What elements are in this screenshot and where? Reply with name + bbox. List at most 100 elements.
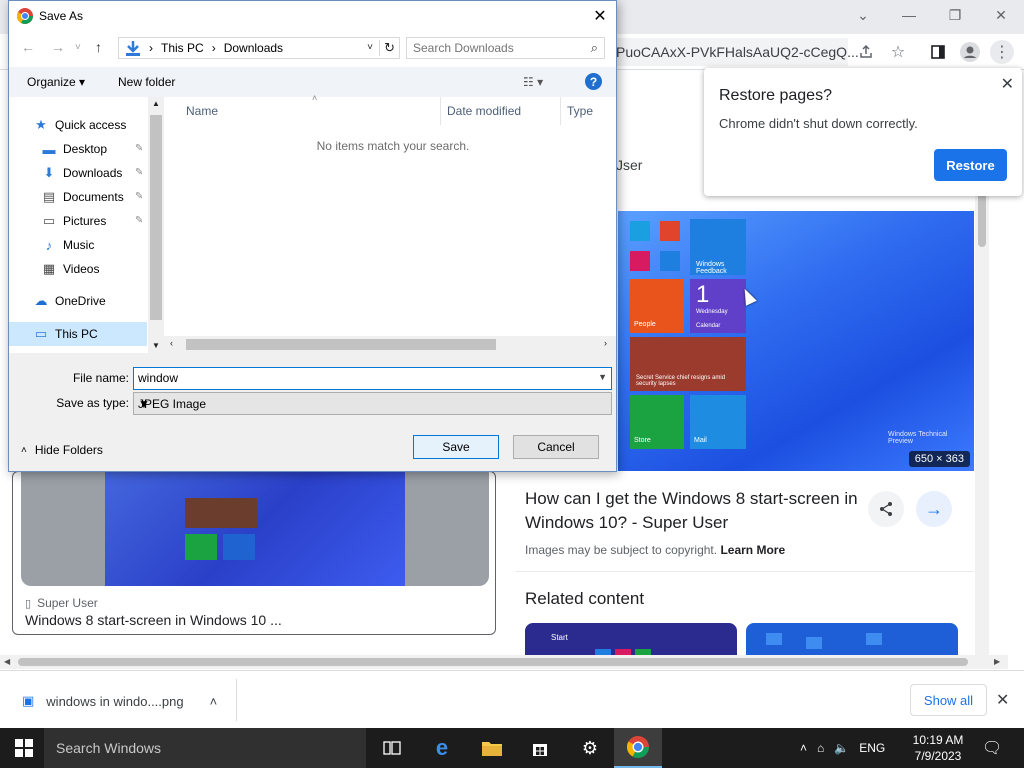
download-item[interactable]: ▣ windows in windo....png ˄: [22, 693, 217, 709]
chrome-taskbar-icon[interactable]: [614, 728, 662, 768]
related-thumbnail-1[interactable]: Start: [525, 623, 737, 655]
tab-search-button[interactable]: ⌄: [840, 0, 886, 30]
notification-icon[interactable]: 🗨: [982, 738, 1002, 758]
organize-button[interactable]: Organize ▾: [27, 75, 85, 89]
sort-up-icon: ˄: [312, 93, 318, 103]
scroll-right-arrow[interactable]: ▶: [994, 657, 1000, 666]
chevron-up-icon: ˄: [21, 444, 27, 456]
close-icon[interactable]: ✕: [996, 690, 1009, 710]
save-button[interactable]: Save: [413, 435, 499, 459]
file-name-input[interactable]: [138, 371, 578, 385]
preview-image[interactable]: Windows Feedback People 1 Wednesday Cale…: [618, 211, 974, 471]
nav-item-onedrive[interactable]: ☁ OneDrive: [33, 290, 149, 312]
help-icon[interactable]: ?: [585, 73, 602, 90]
breadcrumb-this-pc[interactable]: This PC: [161, 41, 204, 55]
chevron-down-icon[interactable]: ˅: [367, 42, 373, 53]
video-icon: ▦: [42, 261, 56, 276]
file-name-field[interactable]: ▼: [133, 367, 612, 390]
download-file-name: windows in windo....png: [46, 693, 184, 709]
page-vertical-scrollbar[interactable]: [975, 127, 989, 655]
close-window-button[interactable]: ✕: [978, 0, 1024, 30]
bookmark-star-icon[interactable]: ☆: [886, 40, 910, 64]
horizontal-scroll-thumb[interactable]: [18, 658, 968, 666]
windows-logo-icon: [15, 739, 33, 757]
related-content-heading: Related content: [525, 589, 645, 608]
restore-button[interactable]: Restore: [934, 149, 1007, 181]
scroll-up-arrow[interactable]: ▲: [152, 99, 160, 108]
file-pane-scrollbar[interactable]: ‹ ›: [164, 336, 616, 353]
minimize-button[interactable]: —: [886, 0, 932, 30]
nav-item-videos[interactable]: ▦ Videos: [41, 258, 157, 280]
nav-pane-scrollbar[interactable]: ▲ ▼: [148, 97, 164, 353]
profile-avatar-icon[interactable]: [958, 40, 982, 64]
save-type-label: Save as type:: [56, 396, 129, 410]
back-arrow-icon[interactable]: ←: [21, 39, 35, 55]
store-icon[interactable]: [516, 728, 564, 768]
recent-locations-icon[interactable]: ˅: [75, 42, 81, 53]
download-shelf: ▣ windows in windo....png ˄ Show all ✕: [0, 670, 1024, 728]
taskbar-search-box[interactable]: Search Windows: [44, 728, 366, 768]
restore-window-button[interactable]: ❐: [932, 0, 978, 30]
result-title-link[interactable]: How can I get the Windows 8 start-screen…: [525, 487, 865, 535]
language-indicator[interactable]: ENG: [859, 741, 885, 755]
share-icon[interactable]: [854, 40, 878, 64]
share-button[interactable]: [868, 491, 904, 527]
restore-popup-message: Chrome didn't shut down correctly.: [719, 116, 918, 131]
breadcrumb-downloads[interactable]: Downloads: [224, 41, 283, 55]
nav-item-this-pc[interactable]: ▭ This PC: [33, 323, 149, 345]
cancel-button[interactable]: Cancel: [513, 435, 599, 459]
hide-folders-toggle[interactable]: ˄ Hide Folders: [21, 443, 103, 457]
nav-item-music[interactable]: ♪ Music: [41, 234, 157, 256]
refresh-icon[interactable]: ↻: [379, 40, 395, 56]
settings-gear-icon[interactable]: ⚙: [566, 728, 614, 768]
chevron-down-icon[interactable]: ▼: [138, 397, 607, 411]
copyright-notice: Images may be subject to copyright. Lear…: [525, 543, 786, 557]
task-view-icon[interactable]: [368, 728, 416, 768]
empty-folder-message: No items match your search.: [316, 139, 470, 153]
volume-icon[interactable]: 🔈: [834, 741, 849, 755]
address-bar[interactable]: PuoCAAxX-PVkFHalsAaUQ2-cCegQ...: [600, 38, 859, 66]
scroll-left-arrow[interactable]: ◀: [4, 657, 10, 666]
column-type-header[interactable]: Type: [567, 104, 593, 118]
chevron-down-icon[interactable]: ▼: [598, 372, 607, 382]
file-explorer-icon[interactable]: [468, 728, 516, 768]
column-date-header[interactable]: Date modified: [447, 104, 521, 118]
show-all-button[interactable]: Show all: [910, 684, 987, 716]
close-icon[interactable]: ✕: [1001, 74, 1014, 94]
chrome-menu-icon[interactable]: ⋮: [990, 40, 1014, 64]
related-thumbnail-2[interactable]: [746, 623, 958, 655]
up-arrow-icon[interactable]: ↑: [95, 39, 102, 55]
dialog-search-box[interactable]: ⌕: [406, 37, 605, 59]
learn-more-link[interactable]: Learn More: [720, 543, 785, 557]
page-horizontal-scrollbar[interactable]: ◀ ▶: [0, 655, 1008, 669]
edge-icon[interactable]: e: [418, 728, 466, 768]
nav-item-quick-access[interactable]: ★ Quick access: [33, 114, 149, 136]
scroll-left-arrow[interactable]: ‹: [170, 338, 173, 348]
left-result-caption[interactable]: Windows 8 start-screen in Windows 10 ...: [25, 612, 282, 628]
new-folder-button[interactable]: New folder: [118, 75, 175, 89]
chevron-up-icon[interactable]: ˄: [800, 741, 807, 755]
clock-time: 10:19 AM: [912, 733, 964, 747]
nav-scroll-thumb[interactable]: [150, 115, 162, 320]
chevron-up-icon[interactable]: ˄: [210, 694, 218, 709]
scroll-down-arrow[interactable]: ▼: [152, 341, 160, 350]
left-result-thumbnail[interactable]: [21, 472, 489, 586]
side-panel-icon[interactable]: [926, 40, 950, 64]
view-options-icon[interactable]: ☷ ▾: [523, 75, 543, 89]
dialog-address-bar[interactable]: › This PC › Downloads ˅ ↻: [118, 37, 400, 59]
network-icon[interactable]: ⌂: [817, 741, 824, 755]
visit-arrow-button[interactable]: →: [916, 491, 952, 527]
dialog-close-button[interactable]: ✕: [588, 5, 612, 27]
forward-arrow-icon[interactable]: →: [51, 39, 65, 55]
search-input[interactable]: [413, 41, 583, 55]
taskbar-clock[interactable]: 10:19 AM 7/9/2023: [905, 732, 971, 764]
start-button[interactable]: [0, 728, 48, 768]
scroll-right-arrow[interactable]: ›: [604, 338, 607, 348]
left-result-card[interactable]: ▯ Super User Windows 8 start-screen in W…: [12, 471, 496, 635]
file-pane-scroll-thumb[interactable]: [186, 339, 496, 350]
pin-icon: ✎: [135, 215, 144, 226]
save-type-select[interactable]: JPEG Image ▼: [133, 392, 612, 415]
tile-feedback: Windows Feedback: [690, 219, 746, 275]
page-icon: ▯: [25, 597, 32, 610]
column-name-header[interactable]: Name: [186, 104, 218, 118]
